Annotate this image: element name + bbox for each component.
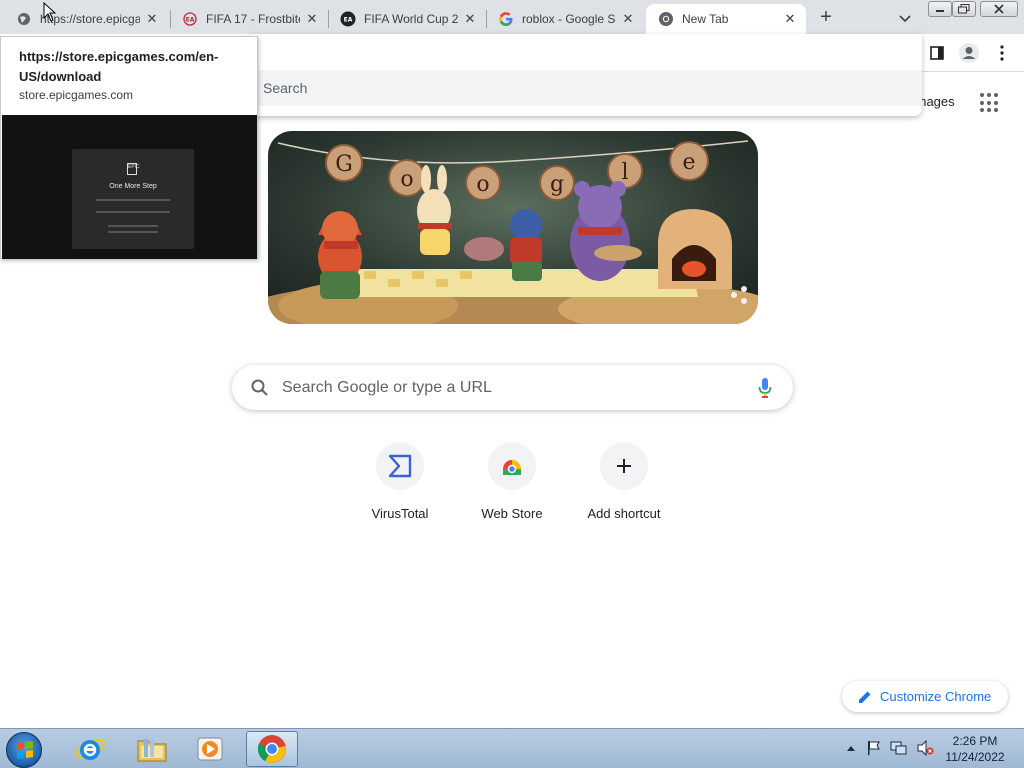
tab-fifa-world-cup[interactable]: EA FIFA World Cup 2022 ✕: [328, 4, 486, 34]
restore-button[interactable]: [952, 1, 976, 17]
close-icon[interactable]: ✕: [144, 11, 160, 27]
mouse-cursor-icon: [43, 2, 57, 22]
tab-title: roblox - Google Search: [522, 12, 616, 26]
microphone-icon[interactable]: [757, 377, 773, 399]
tab-title: FIFA 17 - Frostbite: [206, 12, 300, 26]
close-icon[interactable]: ✕: [462, 11, 478, 27]
media-player-icon: [197, 737, 223, 761]
svg-text:EA: EA: [344, 17, 353, 24]
ea-circle-icon: EA: [340, 11, 356, 27]
omnibox-dropdown: Search: [250, 34, 922, 116]
side-panel-icon[interactable]: [926, 42, 948, 64]
close-icon[interactable]: ✕: [620, 11, 636, 27]
chrome-icon: [658, 11, 674, 27]
show-hidden-icons-icon[interactable]: [846, 744, 856, 752]
google-doodle[interactable]: G o o g l e: [268, 131, 758, 324]
volume-muted-icon[interactable]: [916, 740, 934, 756]
search-box[interactable]: [232, 365, 793, 410]
preview-dialog: EPIC One More Step: [72, 149, 194, 249]
shortcut-web-store[interactable]: Web Store: [456, 442, 568, 532]
shortcut-virustotal[interactable]: VirusTotal: [344, 442, 456, 532]
windows-logo-icon: [17, 741, 33, 759]
svg-text:o: o: [476, 172, 489, 197]
taskbar-internet-explorer[interactable]: [64, 731, 116, 767]
taskbar-file-explorer[interactable]: [126, 731, 178, 767]
shortcut-add[interactable]: Add shortcut: [568, 442, 680, 532]
close-icon[interactable]: ✕: [782, 11, 798, 27]
svg-text:e: e: [682, 150, 695, 175]
minimize-button[interactable]: [928, 1, 952, 17]
start-button[interactable]: [6, 732, 42, 768]
network-icon[interactable]: [890, 740, 908, 756]
globe-icon: [16, 11, 32, 27]
preview-text-line: [108, 225, 158, 227]
taskbar: 2:26 PM 11/24/2022: [0, 728, 1024, 768]
preview-text-line: [108, 231, 158, 233]
chevron-down-icon[interactable]: [896, 9, 914, 27]
plus-icon: [600, 442, 648, 490]
google-apps-icon[interactable]: [980, 93, 1000, 113]
tab-epic-games[interactable]: https://store.epicgames.com/en-US/downlo…: [4, 4, 168, 34]
tab-roblox-search[interactable]: roblox - Google Search ✕: [486, 4, 644, 34]
chrome-icon: [257, 735, 286, 763]
svg-text:G: G: [335, 152, 353, 177]
tab-strip: https://store.epicgames.com/en-US/downlo…: [0, 0, 1024, 34]
action-center-flag-icon[interactable]: [866, 740, 882, 756]
taskbar-clock[interactable]: 2:26 PM 11/24/2022: [940, 733, 1010, 765]
search-icon: [251, 379, 268, 396]
menu-dots-icon[interactable]: [991, 42, 1013, 64]
customize-chrome-button[interactable]: Customize Chrome: [842, 681, 1008, 712]
webstore-icon: [488, 442, 536, 490]
tab-hover-card: https://store.epicgames.com/en-US/downlo…: [0, 36, 258, 259]
folder-icon: [137, 738, 167, 762]
virustotal-icon: [376, 442, 424, 490]
omnibox-search-suggestion[interactable]: Search: [250, 70, 922, 106]
tab-new-tab[interactable]: New Tab ✕: [646, 4, 806, 34]
preview-text-line: [96, 199, 170, 201]
close-window-button[interactable]: [980, 1, 1018, 17]
shortcut-label: VirusTotal: [371, 506, 429, 521]
internet-explorer-icon: [75, 739, 105, 760]
ea-icon: EA: [182, 11, 198, 27]
epic-logo-icon: EPIC: [127, 163, 140, 175]
hover-card-domain: store.epicgames.com: [19, 88, 134, 102]
hover-card-url: https://store.epicgames.com/en-US/downlo…: [19, 49, 219, 84]
clock-date: 11/24/2022: [945, 750, 1005, 764]
taskbar-media-player[interactable]: [184, 731, 236, 767]
svg-text:EA: EA: [186, 17, 195, 24]
shortcut-label: Add shortcut: [587, 506, 661, 521]
clock-time: 2:26 PM: [952, 734, 998, 748]
new-tab-button[interactable]: +: [815, 7, 837, 29]
tab-title: New Tab: [682, 12, 729, 26]
profile-icon[interactable]: [958, 42, 980, 64]
pencil-icon: [859, 691, 871, 703]
taskbar-chrome[interactable]: [246, 731, 298, 767]
preview-text-line: [96, 211, 170, 213]
hover-card-preview: EPIC One More Step: [2, 115, 257, 259]
svg-text:l: l: [621, 160, 628, 185]
tab-fifa-17[interactable]: EA FIFA 17 - Frostbite ✕: [170, 4, 328, 34]
svg-text:o: o: [400, 167, 413, 192]
close-icon[interactable]: ✕: [304, 11, 320, 27]
customize-chrome-label: Customize Chrome: [880, 689, 992, 704]
svg-text:g: g: [550, 172, 564, 197]
shortcut-label: Web Store: [481, 506, 543, 521]
google-icon: [498, 11, 514, 27]
preview-heading: One More Step: [109, 183, 157, 190]
tab-title: FIFA World Cup 2022: [364, 12, 458, 26]
screen: https://store.epicgames.com/en-US/downlo…: [0, 0, 1024, 768]
search-input[interactable]: [282, 378, 712, 397]
